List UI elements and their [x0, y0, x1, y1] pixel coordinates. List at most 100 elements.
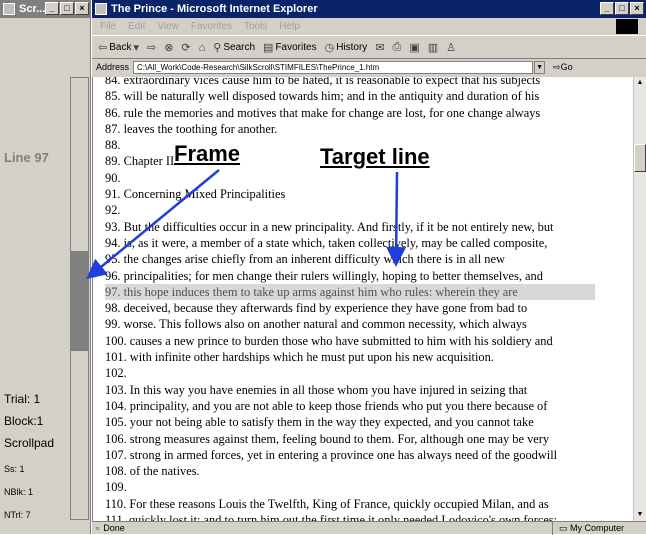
- close-button[interactable]: ×: [75, 2, 89, 15]
- ntrl-label: NTrl: 7: [4, 510, 31, 520]
- address-label: Address: [96, 62, 130, 72]
- text-line: 106. strong measures against them, feeli…: [105, 431, 550, 446]
- history-icon: ◷: [324, 42, 335, 54]
- search-button[interactable]: ⚲ Search: [213, 41, 255, 54]
- text-line: 96. principalities; for men change their…: [105, 268, 543, 283]
- scroll-up-arrow-icon[interactable]: ▲: [634, 77, 646, 89]
- stop-button[interactable]: ⊗: [164, 41, 173, 54]
- target-line-annotation: Target line: [320, 144, 430, 169]
- forward-arrow-icon: ⇨: [146, 42, 157, 54]
- ss-label: Ss: 1: [4, 464, 25, 474]
- nblk-label: NBlk: 1: [4, 487, 34, 497]
- menu-edit[interactable]: Edit: [128, 21, 145, 32]
- address-dropdown-button[interactable]: ▼: [534, 60, 546, 74]
- go-button[interactable]: ⇨Go: [553, 62, 573, 73]
- scrollpad-window: Scr... _ □ × Line 97 Trial: 1 Block:1 Sc…: [0, 0, 91, 534]
- browser-vertical-scrollbar[interactable]: ▲ ▼: [633, 77, 646, 521]
- dropdown-icon: ▾: [133, 42, 139, 54]
- address-bar: Address C:\All_Work\Code-Research\SilkSc…: [92, 59, 646, 75]
- status-text: Done: [103, 523, 125, 533]
- text-line: 102.: [105, 366, 127, 381]
- page-icon: ▫: [96, 523, 100, 533]
- block-label: Block:1: [4, 414, 44, 428]
- scrollpad-label: Scrollpad: [4, 436, 55, 450]
- back-button[interactable]: ⇦ Back ▾: [98, 41, 139, 54]
- maximize-button[interactable]: □: [60, 2, 74, 15]
- favorites-button[interactable]: ▤ Favorites: [263, 41, 317, 54]
- edit-icon: ▣: [409, 42, 420, 54]
- menu-favorites[interactable]: Favorites: [191, 21, 232, 32]
- menu-file[interactable]: File: [100, 21, 116, 32]
- stop-icon: ⊗: [164, 42, 174, 54]
- go-arrow-icon: ⇨: [553, 61, 561, 72]
- frame-annotation: Frame: [174, 141, 241, 166]
- messenger-icon: ♙: [446, 42, 457, 54]
- ie-icon: [95, 3, 107, 15]
- scrollpad-window-titlebar: Scr... _ □ ×: [0, 0, 91, 18]
- refresh-button[interactable]: ⟳: [181, 41, 190, 54]
- text-line: 99. worse. This follows also on another …: [105, 317, 527, 332]
- target-text-line: 97. this hope induces them to take up ar…: [105, 283, 595, 301]
- text-line: 104. principality, and you are not able …: [105, 398, 548, 413]
- menu-view[interactable]: View: [157, 21, 179, 32]
- text-line: 86. rule the memories and motives that m…: [105, 105, 541, 120]
- history-button[interactable]: ◷ History: [325, 41, 368, 54]
- browser-close-button[interactable]: ×: [630, 2, 644, 15]
- browser-titlebar: The Prince - Microsoft Internet Explorer…: [92, 0, 646, 18]
- window-icon: [3, 3, 15, 15]
- discuss-button[interactable]: ▥: [428, 41, 438, 54]
- print-icon: ⎙: [392, 41, 402, 53]
- text-line: 107. strong in armed forces, yet in ente…: [105, 447, 558, 462]
- text-line: 87. leaves the toothing for another.: [105, 121, 278, 136]
- back-arrow-icon: ⇦: [98, 42, 108, 54]
- scrollpad-window-title: Scr...: [19, 3, 46, 15]
- text-line: 103. In this way you have enemies in all…: [105, 382, 528, 397]
- scroll-down-arrow-icon[interactable]: ▼: [634, 509, 646, 521]
- text-line: 109.: [105, 480, 127, 495]
- text-line: 111. quickly lost it; and to turn him ou…: [105, 513, 558, 521]
- forward-button[interactable]: ⇨: [147, 41, 156, 54]
- back-label: Back: [109, 42, 132, 53]
- browser-minimize-button[interactable]: _: [600, 2, 614, 15]
- text-line: 108. of the natives.: [105, 464, 200, 479]
- print-button[interactable]: ⎙: [393, 41, 402, 54]
- minimize-button[interactable]: _: [45, 2, 59, 15]
- text-line: 95. the changes arise chiefly from an in…: [105, 252, 505, 267]
- menu-bar: File Edit View Favorites Tools Help: [92, 18, 646, 36]
- messenger-button[interactable]: ♙: [446, 41, 456, 54]
- discuss-icon: ▥: [427, 42, 439, 54]
- scrollpad-track[interactable]: [70, 77, 89, 520]
- menu-tools[interactable]: Tools: [244, 21, 267, 32]
- go-label: Go: [560, 61, 573, 72]
- favorites-label: Favorites: [275, 42, 317, 53]
- text-line: 101. with infinite other hardships which…: [105, 350, 494, 365]
- favorites-icon: ▤: [263, 42, 274, 54]
- toolbar: ⇦ Back ▾ ⇨ ⊗ ⟳ ⌂ ⚲ Search ▤ Favorites ◷ …: [92, 37, 646, 59]
- history-label: History: [336, 42, 368, 53]
- zone-label: My Computer: [569, 523, 624, 533]
- address-input[interactable]: C:\All_Work\Code-Research\SilkScroll\STI…: [133, 60, 534, 74]
- home-button[interactable]: ⌂: [199, 42, 206, 54]
- text-line: 92.: [105, 203, 121, 218]
- scrollpad-frame-thumb[interactable]: [71, 251, 88, 351]
- search-label: Search: [223, 42, 256, 53]
- text-line: 110. For these reasons Louis the Twelfth…: [105, 496, 549, 511]
- text-line: 93. But the difficulties occur in a new …: [105, 219, 554, 234]
- mail-button[interactable]: ✉: [375, 41, 384, 54]
- computer-icon: ▭: [558, 523, 568, 533]
- windows-logo-icon: [616, 19, 638, 34]
- text-line: 90.: [105, 170, 121, 185]
- browser-scroll-thumb[interactable]: [634, 144, 646, 172]
- text-line: 94. is, as it were, a member of a state …: [105, 235, 548, 250]
- menu-help[interactable]: Help: [279, 21, 300, 32]
- browser-maximize-button[interactable]: □: [615, 2, 629, 15]
- text-line: 91. Concerning Mixed Principalities: [105, 187, 286, 202]
- mail-icon: ✉: [375, 42, 385, 54]
- browser-title: The Prince - Microsoft Internet Explorer: [111, 3, 318, 15]
- edit-button[interactable]: ▣: [409, 41, 419, 54]
- line-indicator: Line 97: [4, 150, 49, 165]
- browser-window: The Prince - Microsoft Internet Explorer…: [92, 0, 646, 535]
- text-line: 105. your not being able to satisfy them…: [105, 415, 534, 430]
- text-line: 100. causes a new prince to burden those…: [105, 333, 553, 348]
- text-line: 98. deceived, because they afterwards fi…: [105, 301, 528, 316]
